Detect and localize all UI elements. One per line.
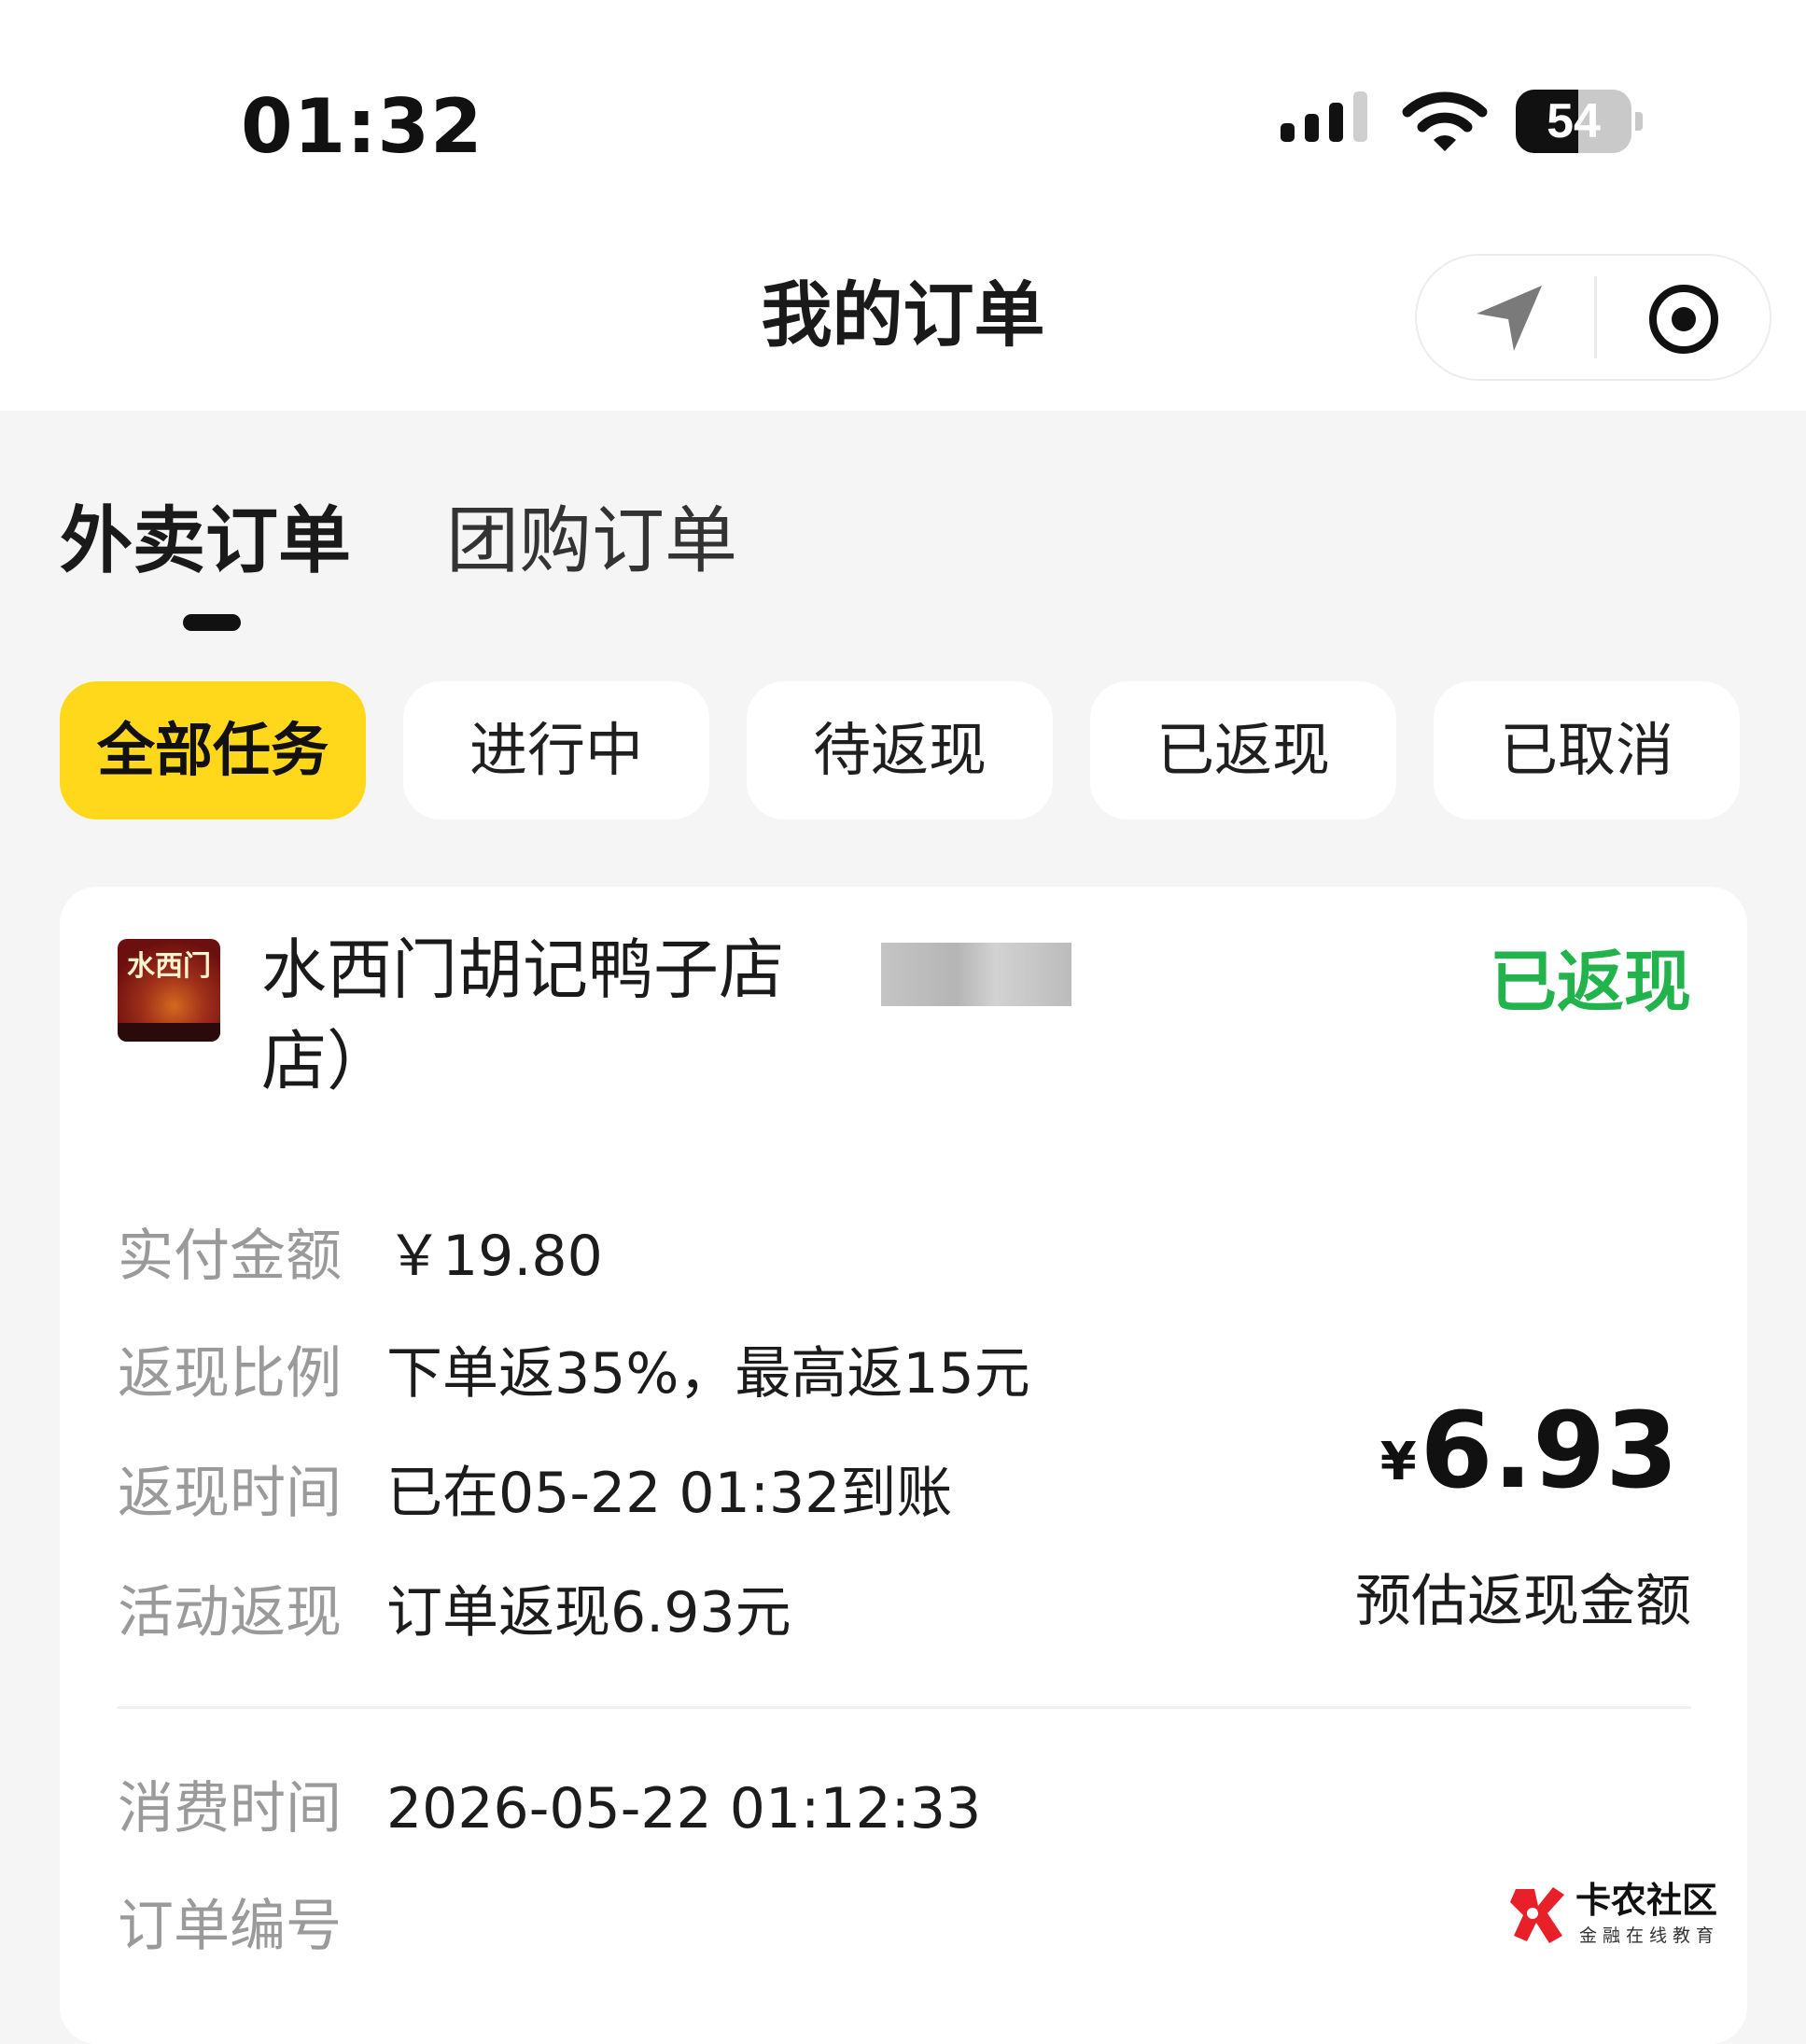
cashback-ratio-label: 返现比例: [118, 1341, 342, 1407]
store-logo: 水西门: [118, 939, 220, 1042]
paid-amount-value: ￥19.80: [386, 1224, 603, 1289]
watermark-name: 卡农社区: [1575, 1880, 1718, 1921]
paid-amount-label: 实付金额: [118, 1224, 342, 1289]
tab-group-buy-orders[interactable]: 团购订单: [446, 495, 737, 588]
cashback-caption: 预估返现金额: [1355, 1569, 1691, 1634]
cashback-amount-value: 6.93: [1420, 1391, 1678, 1512]
filter-in-progress[interactable]: 进行中: [403, 681, 709, 819]
capsule-divider: [1594, 276, 1597, 358]
location-arrow-icon[interactable]: [1471, 280, 1547, 357]
activity-cashback-value: 订单返现6.93元: [386, 1580, 791, 1645]
activity-cashback-label: 活动返现: [118, 1580, 342, 1645]
battery-level: 54: [1547, 94, 1601, 148]
redacted-text: [881, 943, 1071, 1006]
store-logo-text: 水西门: [127, 950, 211, 983]
filter-all-tasks[interactable]: 全部任务: [60, 681, 366, 819]
filter-cashback-done[interactable]: 已返现: [1090, 681, 1396, 819]
cashback-amount: ¥6.93: [1325, 1391, 1678, 1512]
filter-cancelled[interactable]: 已取消: [1434, 681, 1740, 819]
cashback-ratio-value: 下单返35%，最高返15元: [386, 1341, 1030, 1407]
wifi-icon: [1402, 91, 1488, 151]
consume-time-value: 2026-05-22 01:12:33: [386, 1776, 982, 1841]
watermark-logo-icon: [1510, 1887, 1564, 1943]
card-divider: [118, 1706, 1691, 1709]
cellular-signal-icon: [1281, 91, 1374, 153]
store-name-line1: 水西门胡记鸭子店: [261, 931, 784, 1008]
active-tab-indicator: [183, 614, 241, 631]
target-record-icon[interactable]: [1646, 282, 1721, 357]
order-status-badge: 已返现: [1489, 943, 1691, 1021]
tab-takeout-orders[interactable]: 外卖订单: [60, 495, 351, 588]
store-name-line2: 店）: [261, 1023, 392, 1099]
watermark-subtitle: 金融在线教育: [1579, 1925, 1720, 1946]
filter-pending-cashback[interactable]: 待返现: [747, 681, 1053, 819]
cashback-currency: ¥: [1379, 1432, 1417, 1492]
store-name[interactable]: 水西门胡记鸭子店 店）: [261, 924, 877, 1107]
battery-icon: 54: [1516, 90, 1643, 153]
consume-time-label: 消费时间: [118, 1776, 342, 1841]
order-number-label: 订单编号: [118, 1894, 342, 1959]
cashback-time-label: 返现时间: [118, 1461, 342, 1526]
cashback-time-value: 已在05-22 01:32到账: [386, 1461, 953, 1526]
status-time: 01:32: [241, 83, 483, 170]
